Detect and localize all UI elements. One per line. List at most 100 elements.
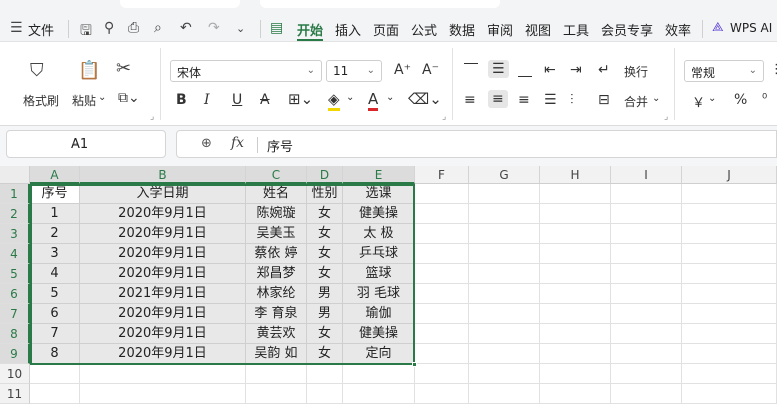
menu-file[interactable]: 文件 (28, 20, 54, 39)
column-header-c[interactable]: C (246, 166, 307, 184)
table-cell[interactable] (682, 264, 777, 284)
tab-formula[interactable]: 公式 (411, 20, 437, 39)
table-cell[interactable] (415, 324, 469, 344)
table-cell[interactable]: 入学日期 (80, 184, 246, 204)
column-header-d[interactable]: D (307, 166, 343, 184)
column-header-g[interactable]: G (469, 166, 540, 184)
table-cell[interactable]: 3 (30, 244, 80, 264)
row-header-4[interactable]: 4 (0, 244, 30, 264)
table-cell[interactable] (80, 364, 246, 384)
table-cell[interactable] (469, 304, 540, 324)
document-tab[interactable] (120, 0, 240, 8)
paste-icon[interactable]: 📋 (78, 60, 100, 81)
table-cell[interactable] (682, 204, 777, 224)
column-header-i[interactable]: I (611, 166, 682, 184)
table-cell[interactable] (469, 204, 540, 224)
currency-button[interactable]: ￥ (692, 92, 705, 111)
font-name-select[interactable]: 宋体 ⌄ (170, 60, 322, 82)
table-cell[interactable]: 序号 (30, 184, 80, 204)
formula-input[interactable]: ⊕ fx 序号 (176, 130, 777, 158)
table-cell[interactable]: 2021年9月1日 (80, 284, 246, 304)
chevron-down-icon[interactable]: ⌄ (652, 93, 660, 104)
column-header-f[interactable]: F (415, 166, 469, 184)
table-cell[interactable] (415, 344, 469, 364)
table-cell[interactable] (611, 304, 682, 324)
table-cell[interactable] (343, 364, 415, 384)
table-cell[interactable]: 乒乓球 (343, 244, 415, 264)
table-cell[interactable]: 女 (307, 264, 343, 284)
tab-tools[interactable]: 工具 (563, 20, 589, 39)
tab-insert[interactable]: 插入 (335, 20, 361, 39)
number-format-select[interactable]: 常规 ⌄ (684, 60, 764, 82)
copy-icon[interactable]: ⧉⌄ (118, 90, 140, 106)
table-cell[interactable] (611, 364, 682, 384)
tab-member[interactable]: 会员专享 (601, 20, 653, 39)
paste-dropdown-icon[interactable]: ⌄ (98, 92, 106, 103)
table-cell[interactable]: 性别 (307, 184, 343, 204)
table-cell[interactable]: 2020年9月1日 (80, 244, 246, 264)
table-cell[interactable]: 女 (307, 344, 343, 364)
alignment-launcher-icon[interactable]: ⌟ (664, 112, 668, 122)
table-cell[interactable]: 黄芸欢 (246, 324, 307, 344)
format-painter-label[interactable]: 格式刷 (23, 92, 59, 109)
table-cell[interactable]: 2020年9月1日 (80, 324, 246, 344)
format-painter-icon[interactable]: ⚲ (104, 20, 114, 36)
table-cell[interactable]: 4 (30, 264, 80, 284)
tab-data[interactable]: 数据 (449, 20, 475, 39)
table-cell[interactable]: 2020年9月1日 (80, 204, 246, 224)
print-preview-icon[interactable]: ⌕ (154, 20, 162, 36)
print-icon[interactable]: ⎙ (128, 20, 139, 36)
table-cell[interactable] (469, 244, 540, 264)
row-header-2[interactable]: 2 (0, 204, 30, 224)
table-cell[interactable]: 篮球 (343, 264, 415, 284)
table-cell[interactable] (415, 244, 469, 264)
table-cell[interactable]: 女 (307, 204, 343, 224)
table-cell[interactable] (469, 184, 540, 204)
undo-icon[interactable]: ↶ (180, 20, 192, 36)
font-grow-icon[interactable]: A⁺ (394, 62, 411, 78)
table-cell[interactable]: 选课 (343, 184, 415, 204)
table-cell[interactable]: 8 (30, 344, 80, 364)
name-box[interactable]: A1 ⌄ (6, 130, 166, 158)
row-header-8[interactable]: 8 (0, 324, 30, 344)
row-header-10[interactable]: 10 (0, 364, 30, 384)
table-cell[interactable]: 定向 (343, 344, 415, 364)
table-cell[interactable] (415, 364, 469, 384)
column-header-j[interactable]: J (682, 166, 777, 184)
table-cell[interactable] (682, 324, 777, 344)
column-header-b[interactable]: B (80, 166, 246, 184)
table-cell[interactable] (682, 364, 777, 384)
row-header-9[interactable]: 9 (0, 344, 30, 364)
eraser-icon[interactable]: ⌫⌄ (408, 90, 442, 108)
table-cell[interactable] (415, 204, 469, 224)
table-cell[interactable]: 郑昌梦 (246, 264, 307, 284)
select-all-corner[interactable] (0, 166, 30, 184)
table-cell[interactable] (415, 184, 469, 204)
percent-button[interactable]: % (734, 92, 747, 108)
table-cell[interactable] (611, 324, 682, 344)
distribute-icon[interactable]: ⫶ (570, 92, 574, 108)
table-cell[interactable]: 健美操 (343, 204, 415, 224)
chevron-down-icon[interactable]: ⌄ (708, 93, 716, 104)
table-cell[interactable]: 1 (30, 204, 80, 224)
italic-icon[interactable]: I (204, 92, 210, 108)
font-color-icon[interactable]: A (368, 90, 379, 111)
font-size-select[interactable]: 11 ⌄ (326, 60, 382, 82)
table-cell[interactable] (540, 284, 611, 304)
align-center-icon[interactable]: ≡ (488, 90, 508, 108)
table-cell[interactable] (469, 384, 540, 404)
align-right-icon[interactable]: ≡ (518, 92, 530, 108)
table-cell[interactable] (307, 384, 343, 404)
table-cell[interactable] (343, 384, 415, 404)
paste-label[interactable]: 粘贴 (72, 92, 96, 109)
document-tab-active[interactable] (260, 0, 500, 8)
table-cell[interactable]: 羽 毛球 (343, 284, 415, 304)
row-header-1[interactable]: 1 (0, 184, 30, 204)
table-cell[interactable] (469, 284, 540, 304)
tab-efficiency[interactable]: 效率 (665, 20, 691, 39)
table-cell[interactable] (682, 284, 777, 304)
table-cell[interactable] (540, 264, 611, 284)
chevron-down-icon[interactable]: ⌄ (346, 92, 354, 103)
table-cell[interactable] (246, 364, 307, 384)
column-header-a[interactable]: A (30, 166, 80, 184)
